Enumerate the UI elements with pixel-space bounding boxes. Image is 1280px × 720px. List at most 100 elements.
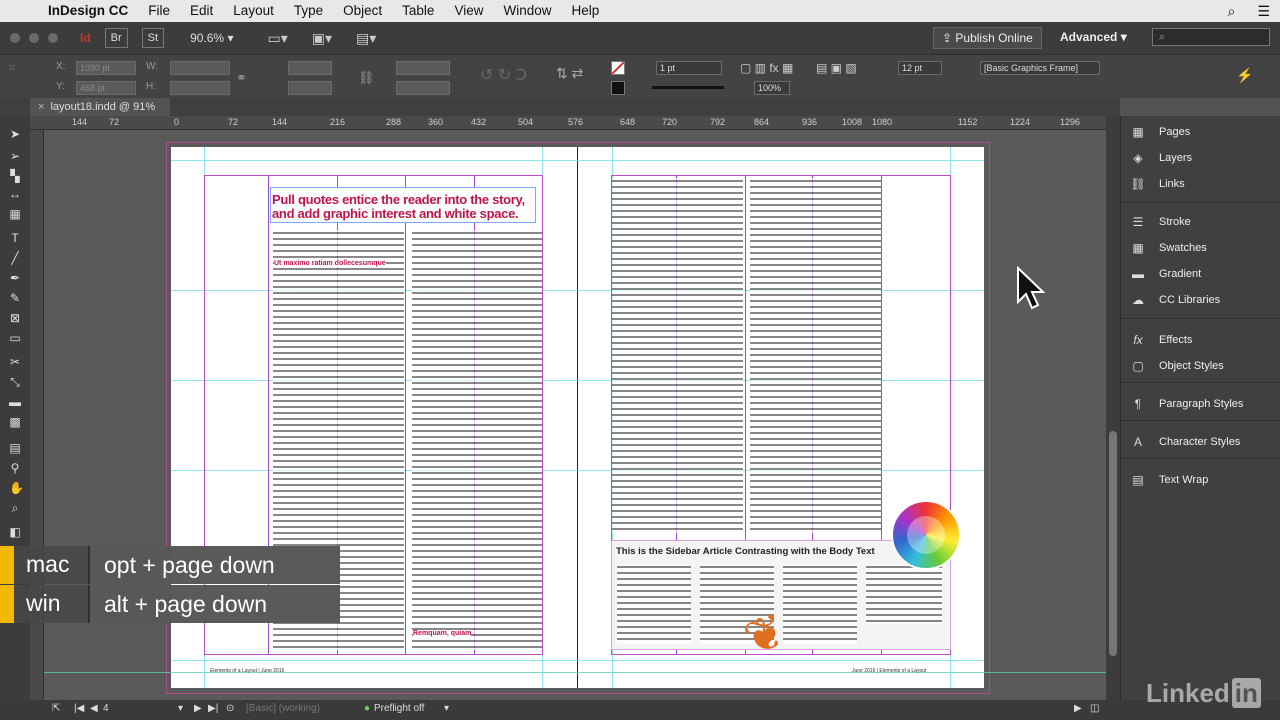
panel-pages[interactable]: ▦ Pages [1129, 122, 1190, 142]
menu-object[interactable]: Object [333, 0, 392, 22]
menu-table[interactable]: Table [392, 0, 444, 22]
zoom-tool-icon[interactable]: ⌕ [9, 502, 21, 514]
fill-stroke-icon[interactable]: ◧ [9, 526, 21, 538]
rotate-icons[interactable]: ↺ ↻ Ↄ [480, 65, 527, 85]
menu-view[interactable]: View [444, 0, 493, 22]
constrain-proportions-icon[interactable]: ⚭ [236, 70, 247, 86]
note-tool-icon[interactable]: ▤ [9, 442, 21, 454]
rectangle-tool-icon[interactable]: ▭ [9, 332, 21, 344]
open-page-icon[interactable]: ⊙ [226, 703, 234, 714]
text-wrap-icons[interactable]: ▤ ▣ ▧ [816, 61, 857, 75]
content-collector-icon[interactable]: ▦ [9, 208, 21, 220]
pencil-tool-icon[interactable]: ✎ [9, 292, 21, 304]
selection-tool-icon[interactable]: ➤ [9, 128, 21, 140]
reference-point-icon[interactable]: ⁙ [8, 63, 16, 74]
fitting-icons[interactable]: ▢ ▥ fx ▦ [740, 61, 793, 75]
body-text-frame[interactable] [612, 178, 743, 533]
stroke-swatch-icon[interactable] [611, 81, 625, 95]
view-options-icon[interactable]: ▭▾ [267, 30, 287, 47]
panel-text-wrap[interactable]: ▤ Text Wrap [1129, 470, 1208, 490]
scissors-tool-icon[interactable]: ✂ [9, 356, 21, 368]
panel-character-styles[interactable]: A Character Styles [1129, 432, 1240, 452]
menu-file[interactable]: File [138, 0, 180, 22]
previous-page-icon[interactable]: ◀ [90, 703, 98, 714]
preflight-label[interactable]: Preflight off [374, 703, 424, 714]
direct-selection-tool-icon[interactable]: ➢ [9, 150, 21, 162]
rectangle-frame-tool-icon[interactable]: ⊠ [9, 312, 21, 324]
minimize-window-button[interactable] [29, 33, 39, 43]
x-position-field[interactable]: 1090 pt [76, 61, 136, 75]
gap-tool-icon[interactable]: ↔ [9, 188, 21, 200]
panel-gradient[interactable]: ▬ Gradient [1129, 264, 1201, 284]
size-field[interactable]: 12 pt [898, 61, 942, 75]
scroll-right-icon[interactable]: ▶ [1074, 703, 1082, 714]
gradient-tool-icon[interactable]: ▬ [9, 396, 21, 408]
zoom-level-dropdown[interactable]: 90.6% ▾ [190, 31, 233, 45]
panel-layers[interactable]: ◈ Layers [1129, 148, 1192, 168]
menu-edit[interactable]: Edit [180, 0, 223, 22]
object-style-dropdown[interactable]: [Basic Graphics Frame] [980, 61, 1100, 75]
quick-apply-icon[interactable]: ⚡ [1236, 67, 1253, 84]
first-page-icon[interactable]: ⇱ [52, 703, 60, 714]
split-window-icon[interactable]: ◫ [1090, 703, 1099, 714]
color-wheel-image[interactable] [891, 500, 961, 570]
rotation-field[interactable] [396, 61, 450, 75]
link-scale-icon[interactable]: ⛓ [358, 70, 375, 86]
panel-links[interactable]: ⛓ Links [1129, 174, 1184, 194]
menu-layout[interactable]: Layout [223, 0, 284, 22]
publish-online-button[interactable]: ⇪ Publish Online [933, 27, 1042, 49]
screen-mode-icon[interactable]: ▣▾ [312, 30, 332, 47]
flip-icons[interactable]: ⇅ ⇄ [556, 65, 583, 82]
opacity-field[interactable]: 100% [754, 81, 790, 95]
shear-field[interactable] [396, 81, 450, 95]
panel-object-styles[interactable]: ▢ Object Styles [1129, 356, 1223, 376]
fill-swatch-icon[interactable] [611, 61, 625, 75]
panel-stroke[interactable]: ☰ Stroke [1129, 212, 1191, 232]
panel-swatches[interactable]: ▦ Swatches [1129, 238, 1206, 258]
width-field[interactable] [170, 61, 230, 75]
bridge-button[interactable]: Br [104, 28, 128, 48]
hand-tool-icon[interactable]: ✋ [9, 482, 24, 494]
free-transform-tool-icon[interactable]: ⤡ [9, 376, 21, 388]
scale-x-field[interactable] [288, 61, 332, 75]
zoom-window-button[interactable] [48, 33, 58, 43]
sidebar-text-column[interactable] [783, 564, 857, 644]
eyedropper-tool-icon[interactable]: ⚲ [9, 462, 21, 474]
scale-y-field[interactable] [288, 81, 332, 95]
page-menu-icon[interactable]: ▾ [178, 703, 183, 714]
search-field[interactable]: ⌕ [1152, 28, 1270, 46]
scrollbar-thumb[interactable] [1109, 431, 1117, 656]
next-page-icon[interactable]: ▶ [194, 703, 202, 714]
sidebar-text-column[interactable] [866, 564, 942, 624]
menu-type[interactable]: Type [284, 0, 333, 22]
horizontal-guide[interactable] [171, 660, 984, 661]
workspace-switcher[interactable]: Advanced ▾ [1060, 30, 1127, 44]
page-number-field[interactable]: 4 [103, 703, 109, 714]
page-tool-icon[interactable]: ▚ [9, 170, 21, 182]
list-icon[interactable]: ☰ [1257, 0, 1270, 22]
panel-effects[interactable]: fx Effects [1129, 330, 1192, 350]
horizontal-ruler[interactable]: 144 72 0 72 144 216 288 360 432 504 576 648 720 792 86… [30, 116, 1106, 130]
close-tab-icon[interactable]: × [38, 101, 44, 113]
body-text-frame[interactable] [750, 178, 881, 533]
panel-cc-libraries[interactable]: ☁ CC Libraries [1129, 290, 1220, 310]
pen-tool-icon[interactable]: ✒ [9, 272, 21, 284]
stock-button[interactable]: St [141, 28, 165, 48]
line-tool-icon[interactable]: ╱ [9, 252, 21, 264]
first-spread-icon[interactable]: |◀ [74, 703, 84, 714]
menu-app-name[interactable]: InDesign CC [38, 0, 138, 22]
last-spread-icon[interactable]: ▶| [208, 703, 218, 714]
search-icon[interactable]: ⌕ [1228, 0, 1236, 22]
body-text-frame[interactable] [412, 230, 542, 650]
height-field[interactable] [170, 81, 230, 95]
y-position-field[interactable]: 468 pt [76, 81, 136, 95]
horizontal-guide[interactable] [171, 160, 984, 161]
document-tab[interactable]: × layout18.indd @ 91% [30, 98, 170, 116]
type-tool-icon[interactable]: T [9, 232, 21, 244]
sidebar-text-column[interactable] [617, 564, 691, 644]
arrange-documents-icon[interactable]: ▤▾ [356, 30, 376, 47]
preflight-menu-icon[interactable]: ▾ [444, 703, 449, 714]
vertical-scrollbar[interactable] [1106, 116, 1120, 700]
menu-window[interactable]: Window [493, 0, 561, 22]
panel-paragraph-styles[interactable]: ¶ Paragraph Styles [1129, 394, 1244, 414]
